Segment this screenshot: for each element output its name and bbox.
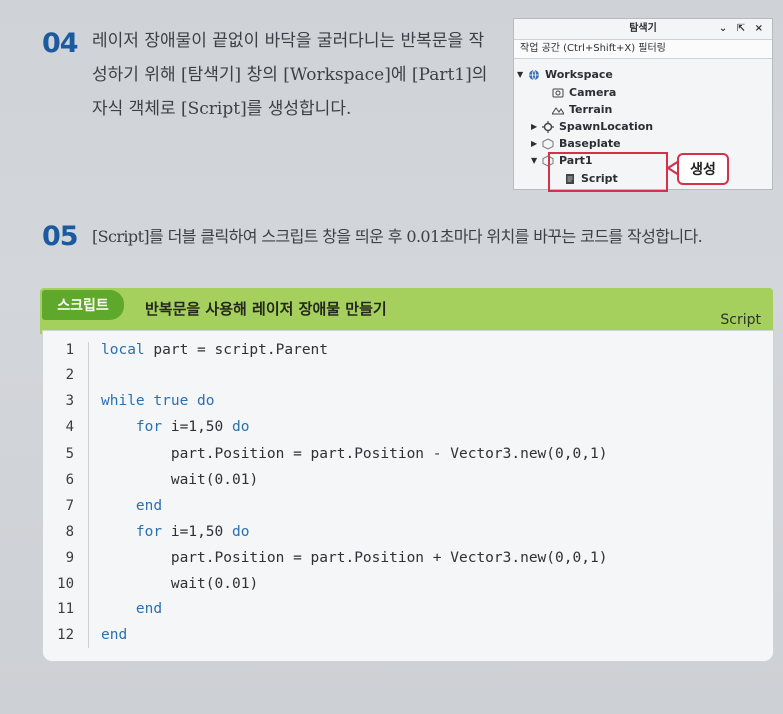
line-number: 10 <box>57 576 74 592</box>
line-number: 3 <box>65 393 74 409</box>
step-04-line-2: 성하기 위해 [탐색기] 창의 [Workspace]에 [Part1]의 <box>92 65 488 85</box>
tree-item-label: Camera <box>569 86 617 99</box>
step-number-05: 05 <box>42 221 79 252</box>
line-number: 2 <box>65 367 74 383</box>
terrain-icon <box>551 104 565 116</box>
line-number: 9 <box>65 550 74 566</box>
step-04-line-3: 자식 객체로 [Script]를 생성합니다. <box>92 99 352 119</box>
expand-arrow-icon[interactable]: ▶ <box>531 135 541 152</box>
camera-icon <box>551 87 565 99</box>
line-number: 8 <box>65 524 74 540</box>
line-number: 4 <box>65 419 74 435</box>
tree-item-label: Baseplate <box>559 137 621 150</box>
expand-arrow-icon[interactable]: ▶ <box>531 118 541 135</box>
code-line: end <box>101 627 128 643</box>
code-line: while true do <box>101 393 215 409</box>
tree-item-label: Workspace <box>545 68 613 81</box>
code-line: for i=1,50 do <box>135 419 250 435</box>
tree-item-camera[interactable]: Camera <box>541 84 616 101</box>
explorer-filter-input[interactable]: 작업 공간 (Ctrl+Shift+X) 필터링 <box>514 39 772 59</box>
step-04-line-1: 레이저 장애물이 끝없이 바닥을 굴러다니는 반복문을 작 <box>92 31 485 51</box>
line-number: 5 <box>65 446 74 462</box>
line-number-gutter <box>88 342 89 648</box>
step-04-instructions: 레이저 장애물이 끝없이 바닥을 굴러다니는 반복문을 작 성하기 위해 [탐색… <box>92 24 487 126</box>
part-icon <box>541 137 555 150</box>
line-number: 6 <box>65 472 74 488</box>
code-line: part.Position = part.Position + Vector3.… <box>170 550 608 566</box>
script-type-label: Script <box>720 312 761 328</box>
line-number: 12 <box>57 627 74 643</box>
explorer-title: 탐색기 <box>629 23 657 34</box>
script-title: 반복문을 사용해 레이저 장애물 만들기 <box>145 300 387 318</box>
code-line: wait(0.01) <box>170 576 259 592</box>
explorer-title-bar: 탐색기 ⌄ ⇱ × <box>514 19 772 39</box>
line-number: 11 <box>57 601 74 617</box>
code-line: wait(0.01) <box>170 472 259 488</box>
spawn-icon <box>541 120 555 133</box>
step-number-04: 04 <box>42 28 79 59</box>
callout-label: 생성 <box>677 153 729 185</box>
line-number: 1 <box>65 342 74 358</box>
tree-item-workspace[interactable]: ▼ Workspace <box>517 66 613 83</box>
code-line: part.Position = part.Position - Vector3.… <box>170 446 608 462</box>
collapse-arrow-icon[interactable]: ▼ <box>531 152 541 169</box>
line-number: 7 <box>65 498 74 514</box>
globe-icon <box>527 69 541 81</box>
step-05-instructions: [Script]를 더블 클릭하여 스크립트 창을 띄운 후 0.01초마다 위… <box>92 227 703 246</box>
code-line: end <box>135 601 163 617</box>
tree-item-label: SpawnLocation <box>559 120 654 133</box>
highlight-box <box>548 152 668 192</box>
window-controls[interactable]: ⌄ ⇱ × <box>719 19 766 39</box>
code-line: local part = script.Parent <box>101 342 329 358</box>
tree-item-spawnlocation[interactable]: ▶ SpawnLocation <box>531 118 653 135</box>
script-tag: 스크립트 <box>42 290 124 320</box>
code-line: for i=1,50 do <box>135 524 250 540</box>
code-line: end <box>135 498 163 514</box>
tree-item-baseplate[interactable]: ▶ Baseplate <box>531 135 621 152</box>
collapse-arrow-icon[interactable]: ▼ <box>517 66 527 83</box>
tree-item-terrain[interactable]: Terrain <box>541 101 612 118</box>
tree-item-label: Terrain <box>569 103 613 116</box>
